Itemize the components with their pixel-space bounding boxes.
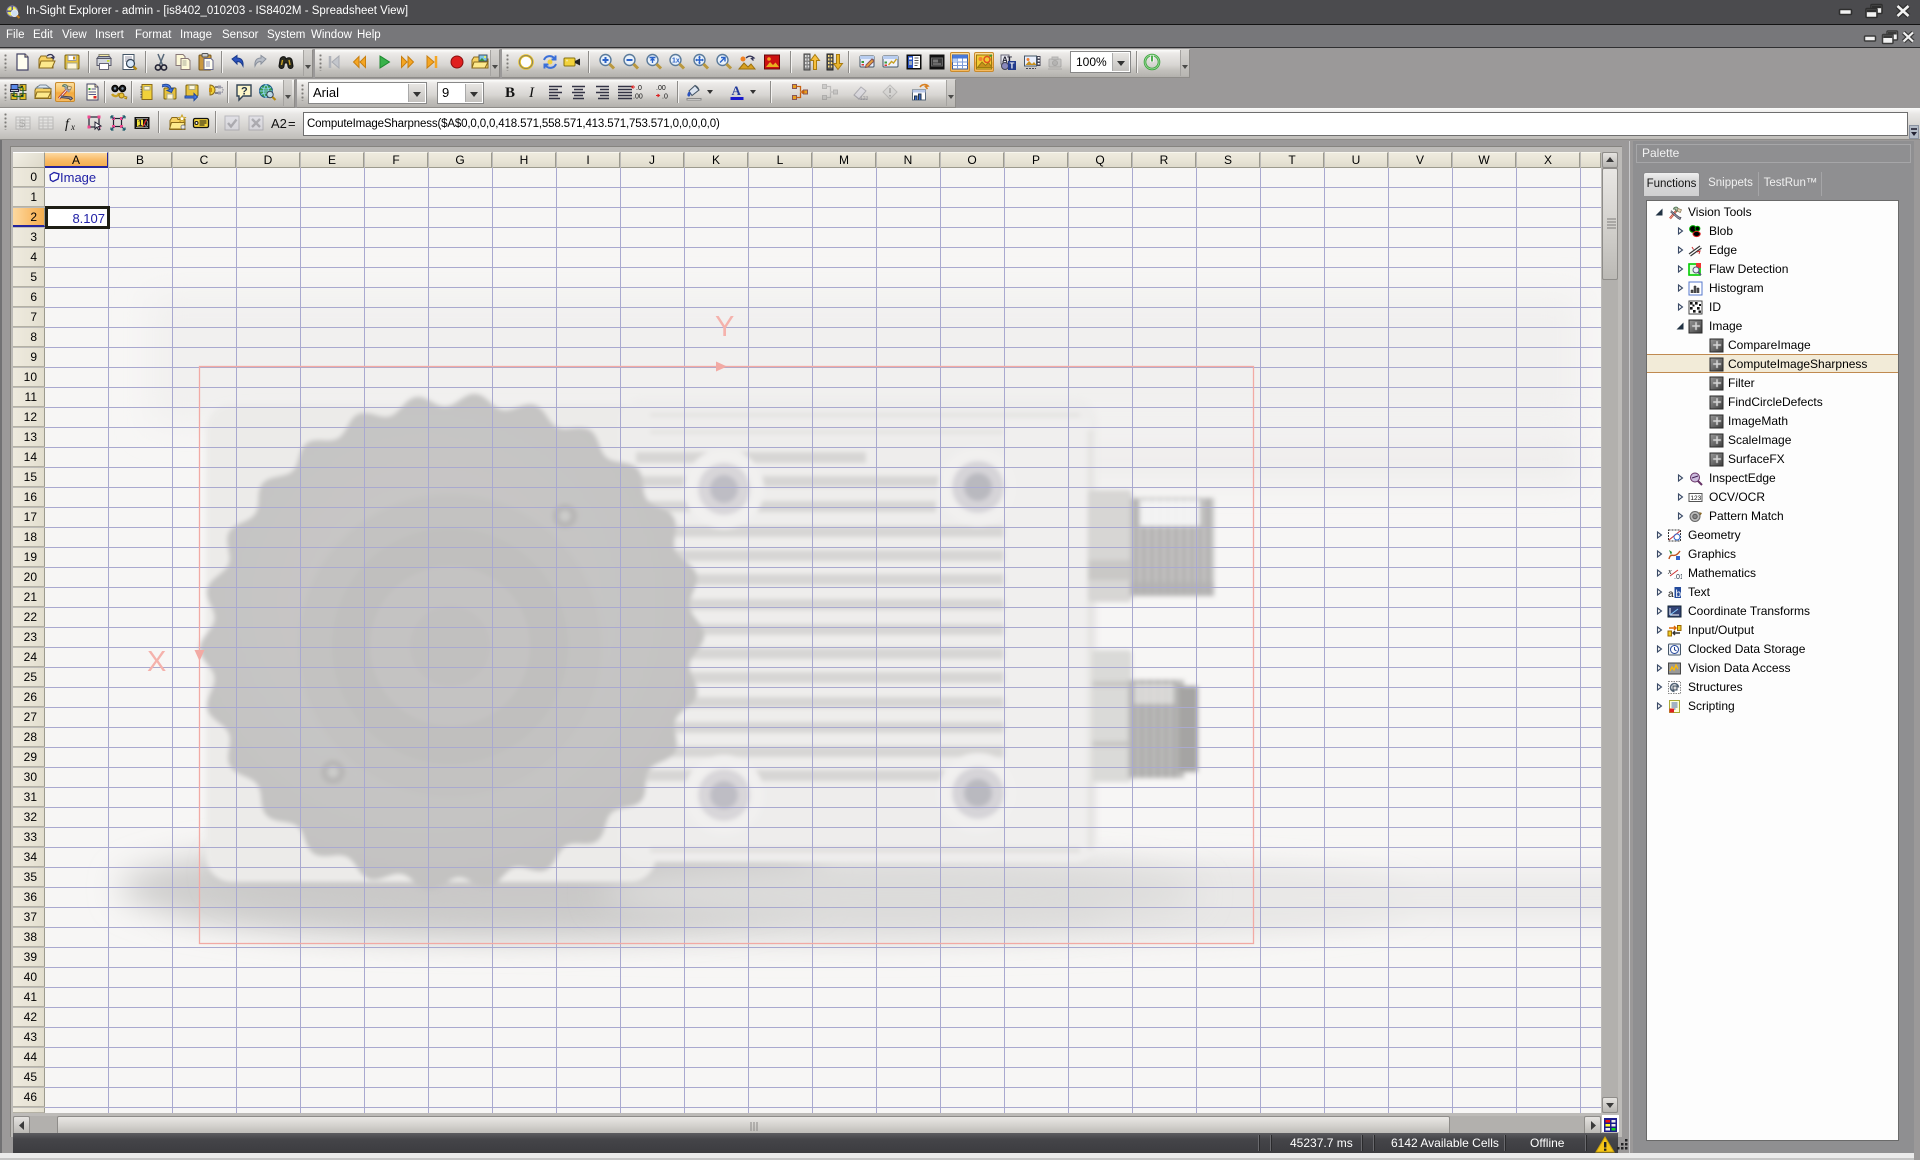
svg-text:1x: 1x	[672, 58, 680, 65]
svg-text:.0: .0	[662, 94, 668, 101]
svg-text:.00: .00	[656, 85, 666, 92]
svg-text:a: a	[1668, 589, 1674, 600]
svg-text:?: ?	[241, 86, 248, 98]
svg-text:.00: .00	[633, 94, 643, 101]
svg-text:123: 123	[1690, 495, 1701, 502]
svg-text:x: x	[70, 122, 75, 132]
svg-text:123: 123	[860, 96, 869, 102]
svg-text:$: $	[19, 118, 25, 130]
svg-text:b: b	[1676, 589, 1682, 600]
svg-text:1: 1	[138, 119, 143, 128]
svg-text:A: A	[732, 83, 742, 98]
svg-text:T: T	[1010, 62, 1015, 71]
svg-text:I: I	[528, 85, 535, 101]
svg-text:B: B	[505, 85, 515, 101]
svg-text:.01: .01	[1674, 574, 1682, 581]
svg-text:Y: Y	[715, 311, 734, 343]
svg-text:X: X	[147, 646, 166, 678]
svg-text:.0: .0	[636, 85, 642, 92]
